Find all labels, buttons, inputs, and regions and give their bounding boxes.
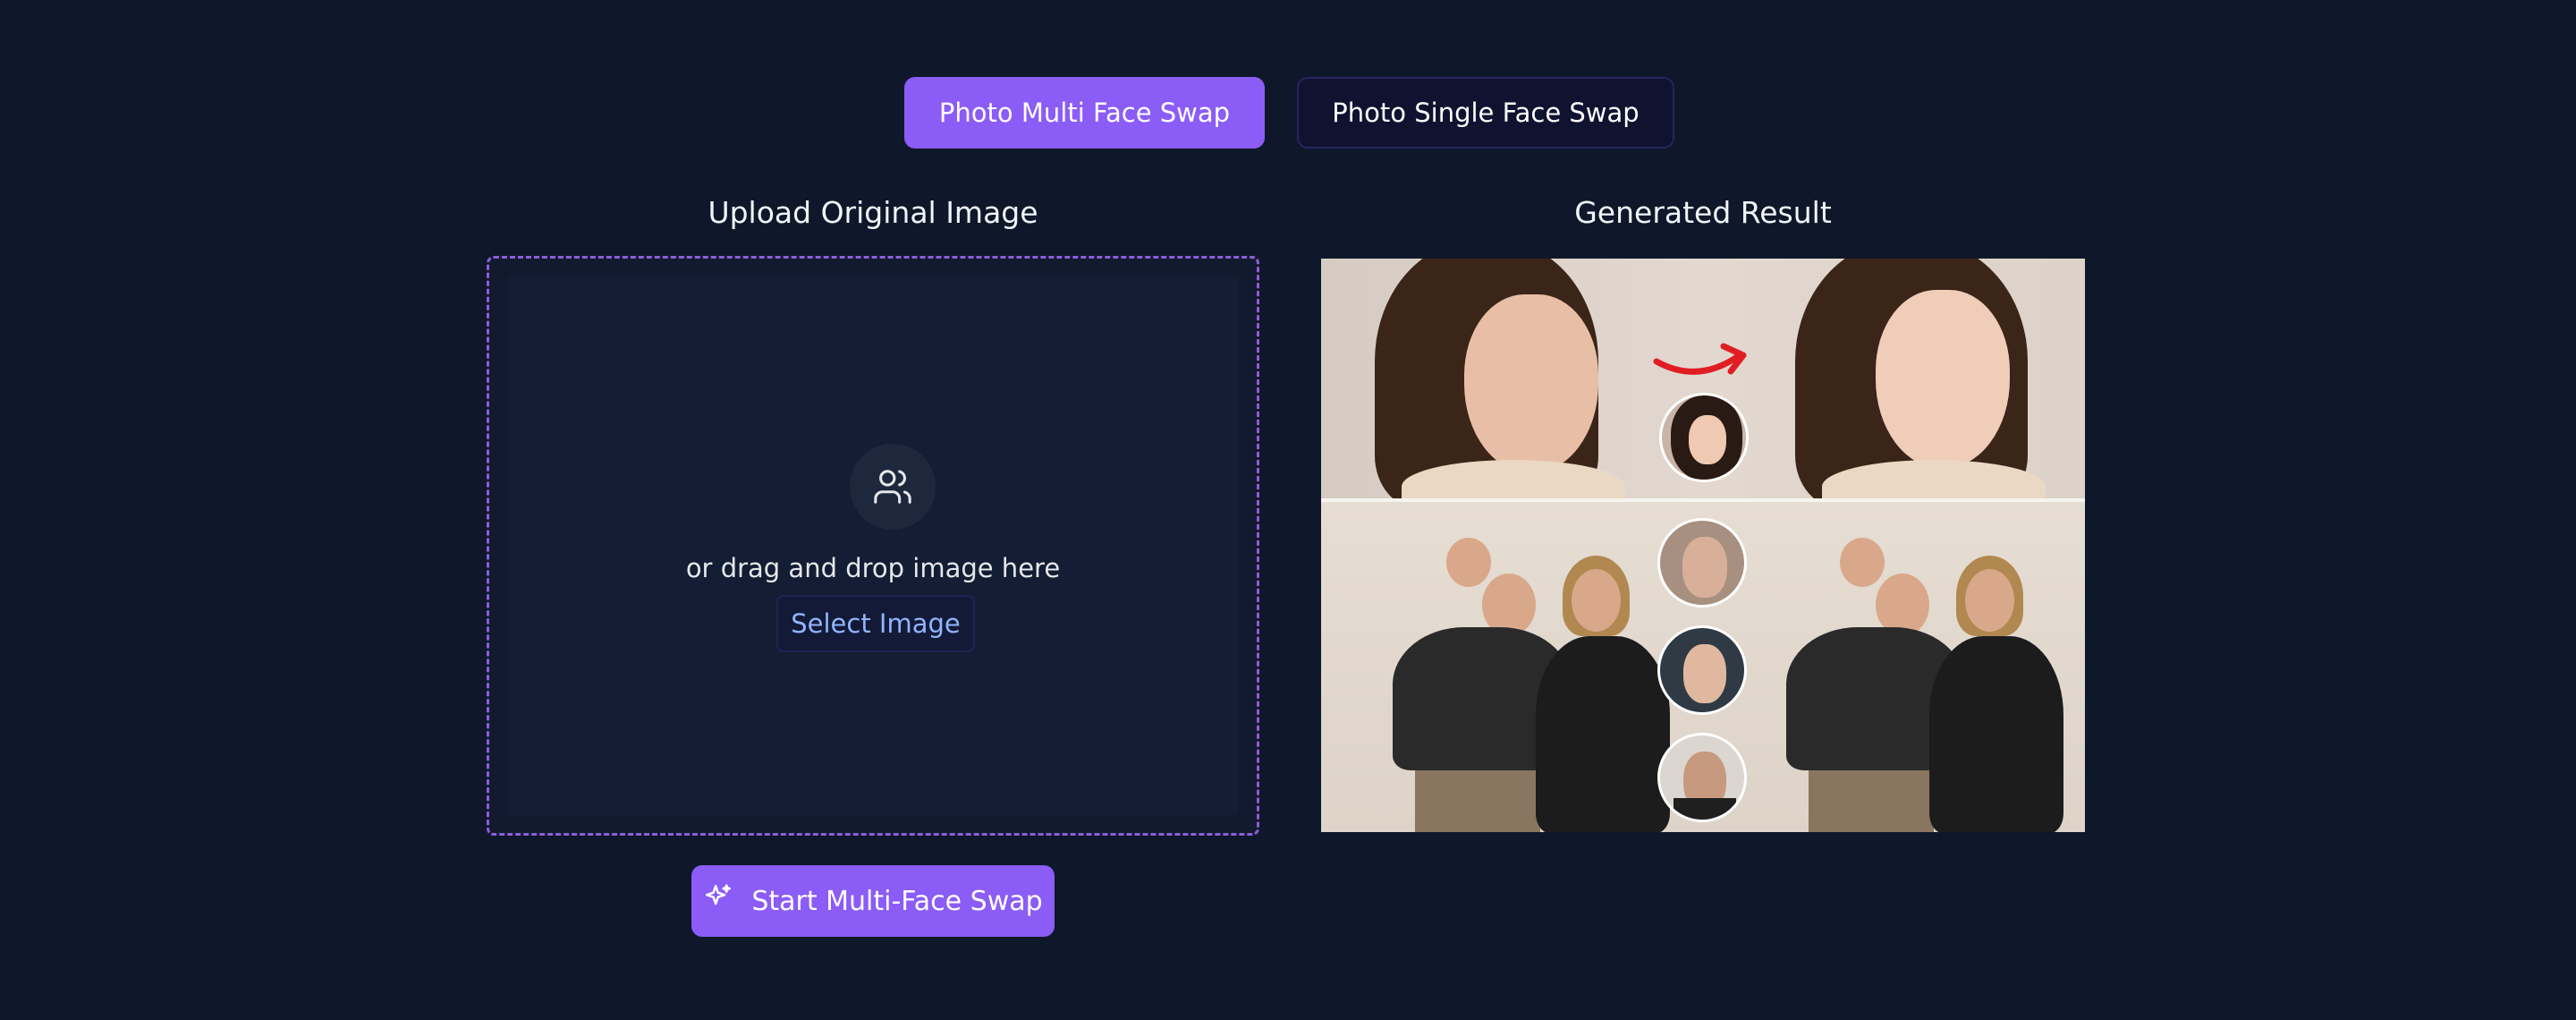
original-woman-face xyxy=(1464,294,1598,473)
source-face-circle xyxy=(1659,393,1749,482)
woman-dress-left xyxy=(1536,636,1670,832)
tab-photo-single-face-swap[interactable]: Photo Single Face Swap xyxy=(1297,77,1674,149)
source-face-circle-3 xyxy=(1657,733,1747,822)
man-pants-left xyxy=(1415,770,1540,832)
man-pants-right xyxy=(1809,770,1934,832)
users-icon xyxy=(850,444,936,530)
result-portrait-scene xyxy=(1321,259,2085,514)
curved-arrow-icon xyxy=(1653,343,1747,375)
tab-photo-multi-face-swap[interactable]: Photo Multi Face Swap xyxy=(904,77,1265,149)
source-face-circle-1 xyxy=(1657,518,1747,608)
start-multi-face-swap-button[interactable]: Start Multi-Face Swap xyxy=(691,865,1055,937)
select-image-button[interactable]: Select Image xyxy=(776,595,975,652)
woman-head-left xyxy=(1572,569,1621,632)
upload-dropzone[interactable]: or drag and drop image here Select Image xyxy=(487,256,1259,836)
start-button-label: Start Multi-Face Swap xyxy=(751,885,1043,917)
dropzone-inner: or drag and drop image here Select Image xyxy=(507,276,1239,815)
baby-head-right xyxy=(1840,538,1885,587)
source-face-circle-2 xyxy=(1657,625,1747,715)
mode-tabs: Photo Multi Face Swap Photo Single Face … xyxy=(904,77,1674,149)
drop-hint-text: or drag and drop image here xyxy=(685,553,1061,583)
generated-result-image xyxy=(1321,259,2085,832)
sparkles-icon xyxy=(703,882,733,920)
baby-head-left xyxy=(1446,538,1491,587)
result-woman-face xyxy=(1876,290,2010,469)
woman-head-right xyxy=(1965,569,2014,632)
result-title: Generated Result xyxy=(1574,195,1832,230)
page: Photo Multi Face Swap Photo Single Face … xyxy=(0,0,2576,1020)
upload-title: Upload Original Image xyxy=(708,195,1038,230)
woman-dress-right xyxy=(1929,636,2063,832)
result-family-scene xyxy=(1321,502,2085,832)
